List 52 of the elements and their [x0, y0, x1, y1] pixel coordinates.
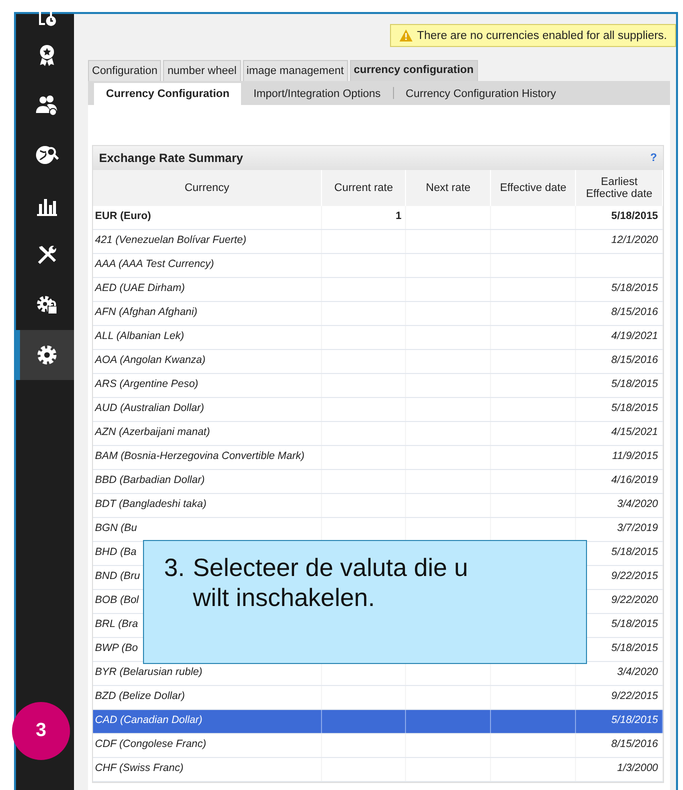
column-header[interactable]: Earliest Effective date	[576, 170, 662, 206]
table-cell: 421 (Venezuelan Bolívar Fuerte)	[93, 230, 322, 254]
table-cell: 8/15/2016	[576, 350, 662, 374]
table-cell: 5/18/2015	[576, 278, 662, 302]
settings-icon	[35, 343, 59, 367]
users-icon	[35, 93, 59, 117]
table-cell: 4/15/2021	[576, 422, 662, 446]
table-cell: AOA (Angolan Kwanza)	[93, 350, 322, 374]
table-cell: 8/15/2016	[576, 302, 662, 326]
table-cell: AZN (Azerbaijani manat)	[93, 422, 322, 446]
column-header[interactable]: Next rate	[406, 170, 490, 206]
table-cell: 5/18/2015	[576, 398, 662, 422]
column-header[interactable]: Effective date	[490, 170, 576, 206]
table-cell: CAD (Canadian Dollar)	[93, 710, 322, 734]
table-cell: CDF (Congolese Franc)	[93, 734, 322, 758]
table-cell: 8/15/2016	[576, 734, 662, 758]
sub-tab[interactable]: Currency Configuration	[94, 83, 242, 105]
warning-icon	[399, 29, 414, 42]
table-cell: 1	[321, 206, 406, 230]
table-cell: 11/9/2015	[576, 446, 662, 470]
tab[interactable]: currency configuration	[350, 60, 478, 81]
table-cell: AED (UAE Dirham)	[93, 278, 322, 302]
sidebar-item[interactable]	[16, 330, 74, 380]
globe-search-icon	[35, 143, 59, 167]
panel-title: Exchange Rate Summary	[99, 151, 244, 165]
table-cell: 5/18/2015	[576, 710, 662, 734]
table-cell: BAM (Bosnia-Herzegovina Convertible Mark)	[93, 446, 322, 470]
column-header[interactable]: Currency	[93, 170, 322, 206]
warning-text: There are no currencies enabled for all suppliers.	[417, 30, 667, 42]
column-header[interactable]: Current rate	[321, 170, 406, 206]
table-cell: 3/4/2020	[576, 494, 662, 518]
tab[interactable]: Configuration	[88, 60, 162, 81]
tab[interactable]: number wheel	[163, 60, 241, 81]
table-cell: 4/19/2021	[576, 326, 662, 350]
table-cell: BDT (Bangladeshi taka)	[93, 494, 322, 518]
sub-tab[interactable]: Currency Configuration History	[394, 83, 568, 105]
table-cell: 5/18/2015	[576, 206, 662, 230]
table-cell: CHF (Swiss Franc)	[93, 758, 322, 782]
sub-tab[interactable]: Import/Integration Options	[241, 83, 393, 105]
table-cell: AUD (Australian Dollar)	[93, 398, 322, 422]
help-link[interactable]: ?	[650, 152, 657, 164]
table-cell: 1/3/2000	[576, 758, 662, 782]
table-cell: ALL (Albanian Lek)	[93, 326, 322, 350]
table-cell: 12/1/2020	[576, 230, 662, 254]
table-cell: 5/18/2015	[576, 374, 662, 398]
table-cell: BBD (Barbadian Dollar)	[93, 470, 322, 494]
table-cell: AAA (AAA Test Currency)	[93, 254, 322, 278]
table-cell: EUR (Euro)	[93, 206, 322, 230]
table-cell: ARS (Argentine Peso)	[93, 374, 322, 398]
tab[interactable]: image management	[242, 60, 348, 81]
table-cell: 4/16/2019	[576, 470, 662, 494]
table-cell: AFN (Afghan Afghani)	[93, 302, 322, 326]
